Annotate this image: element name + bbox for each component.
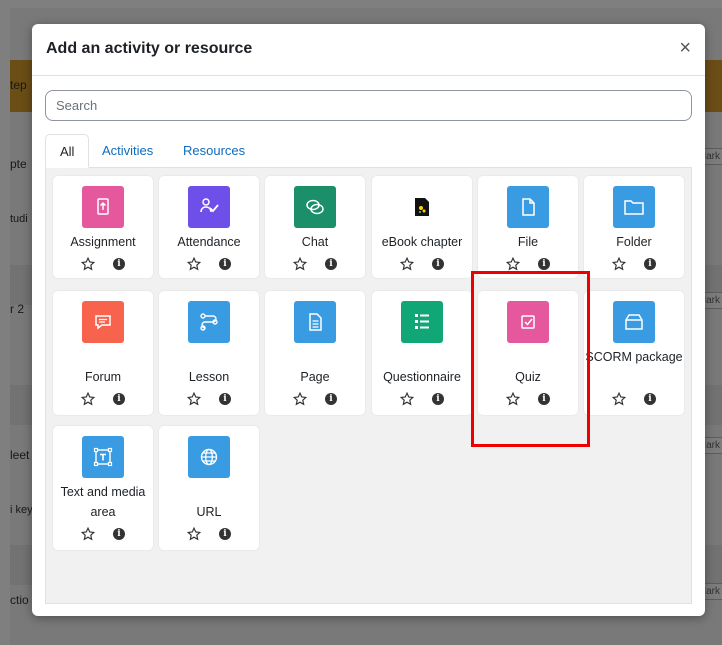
modal-title: Add an activity or resource: [46, 40, 253, 57]
info-icon[interactable]: i: [644, 393, 656, 405]
star-icon[interactable]: [293, 392, 307, 406]
info-icon[interactable]: i: [325, 393, 337, 405]
activity-card-attendance[interactable]: Attendance i: [159, 176, 259, 278]
star-icon[interactable]: [400, 392, 414, 406]
lesson-icon: [188, 301, 230, 343]
tab-all[interactable]: All: [45, 134, 90, 168]
folder-icon: [613, 186, 655, 228]
star-icon[interactable]: [612, 392, 626, 406]
star-icon[interactable]: [187, 392, 201, 406]
info-icon[interactable]: i: [219, 528, 231, 540]
attendance-icon: [188, 186, 230, 228]
info-icon[interactable]: i: [644, 258, 656, 270]
activity-card-file[interactable]: File i: [478, 176, 578, 278]
close-button[interactable]: ×: [679, 38, 691, 58]
ebook-icon: [401, 186, 443, 228]
card-actions: i: [159, 527, 259, 543]
activity-card-ebook-chapter[interactable]: eBook chapter i: [372, 176, 472, 278]
page-icon: [294, 301, 336, 343]
star-icon[interactable]: [506, 257, 520, 271]
star-icon[interactable]: [612, 257, 626, 271]
info-icon[interactable]: i: [113, 393, 125, 405]
text-media-icon: [82, 436, 124, 478]
questionnaire-icon: [401, 301, 443, 343]
scorm-icon: [613, 301, 655, 343]
card-actions: i: [372, 392, 472, 408]
info-icon[interactable]: i: [219, 258, 231, 270]
card-actions: i: [53, 392, 153, 408]
star-icon[interactable]: [81, 257, 95, 271]
activity-label: Forum: [84, 370, 122, 384]
card-actions: i: [53, 257, 153, 273]
activity-grid: Assignment i Attendance i Chat i eBook c…: [45, 168, 692, 604]
activity-card-questionnaire[interactable]: Questionnaire i: [372, 291, 472, 415]
activity-label: Folder: [616, 235, 652, 249]
info-icon[interactable]: i: [219, 393, 231, 405]
activity-label: SCORM package: [585, 350, 683, 364]
url-icon: [188, 436, 230, 478]
info-icon[interactable]: i: [538, 258, 550, 270]
card-actions: i: [584, 257, 684, 273]
activity-card-page[interactable]: Page i: [265, 291, 365, 415]
info-icon[interactable]: i: [113, 258, 125, 270]
tab-bar: All Activities Resources: [45, 134, 692, 168]
star-icon[interactable]: [187, 257, 201, 271]
activity-card-scorm-package[interactable]: SCORM package i: [584, 291, 684, 415]
activity-card-lesson[interactable]: Lesson i: [159, 291, 259, 415]
activity-card-forum[interactable]: Forum i: [53, 291, 153, 415]
activity-label: URL: [196, 505, 222, 519]
activity-label: Text and media area: [60, 485, 146, 519]
card-actions: i: [372, 257, 472, 273]
activity-card-chat[interactable]: Chat i: [265, 176, 365, 278]
tab-resources[interactable]: Resources: [169, 134, 259, 168]
star-icon[interactable]: [187, 527, 201, 541]
activity-label: Chat: [301, 235, 329, 249]
file-icon: [507, 186, 549, 228]
star-icon[interactable]: [81, 392, 95, 406]
card-actions: i: [159, 392, 259, 408]
card-actions: i: [265, 392, 365, 408]
search-input[interactable]: [45, 90, 692, 121]
highlight-box: [471, 271, 590, 447]
card-actions: i: [265, 257, 365, 273]
card-actions: i: [584, 392, 684, 408]
card-actions: i: [53, 527, 153, 543]
activity-label: Attendance: [177, 235, 241, 249]
info-icon[interactable]: i: [113, 528, 125, 540]
activity-label: Lesson: [188, 370, 230, 384]
star-icon[interactable]: [293, 257, 307, 271]
activity-card-assignment[interactable]: Assignment i: [53, 176, 153, 278]
activity-card-text-and-media-area[interactable]: Text and media area i: [53, 426, 153, 550]
info-icon[interactable]: i: [432, 393, 444, 405]
info-icon[interactable]: i: [432, 258, 444, 270]
tab-activities[interactable]: Activities: [88, 134, 167, 168]
info-icon[interactable]: i: [325, 258, 337, 270]
activity-chooser-modal: Add an activity or resource × All Activi…: [32, 24, 705, 616]
modal-header: Add an activity or resource ×: [32, 24, 705, 76]
star-icon[interactable]: [400, 257, 414, 271]
activity-label: eBook chapter: [381, 235, 463, 249]
chat-icon: [294, 186, 336, 228]
star-icon[interactable]: [81, 527, 95, 541]
activity-card-folder[interactable]: Folder i: [584, 176, 684, 278]
card-actions: i: [159, 257, 259, 273]
activity-label: Questionnaire: [383, 370, 461, 384]
activity-label: Page: [300, 370, 330, 384]
activity-label: Assignment: [70, 235, 136, 249]
assignment-icon: [82, 186, 124, 228]
activity-card-url[interactable]: URL i: [159, 426, 259, 550]
activity-label: File: [517, 235, 539, 249]
forum-icon: [82, 301, 124, 343]
